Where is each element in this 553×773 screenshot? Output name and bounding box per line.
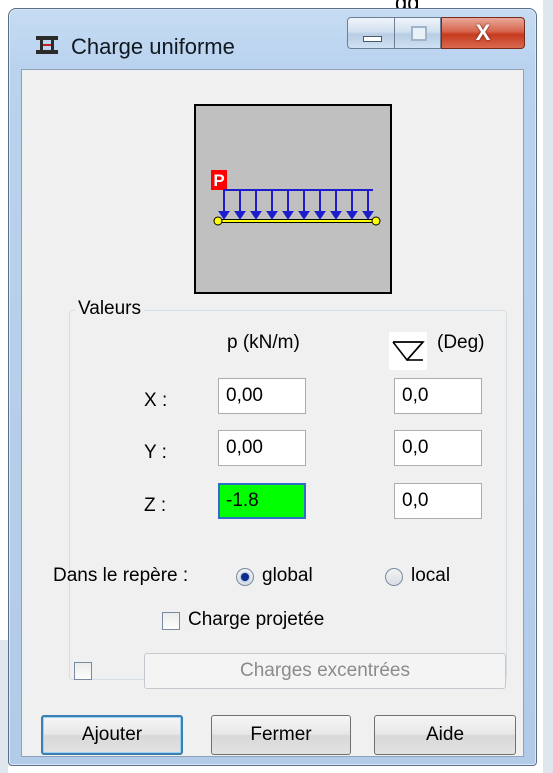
title-bar[interactable]: Charge uniforme X xyxy=(9,9,536,69)
radio-global-label[interactable]: global xyxy=(262,565,313,587)
values-group-label: Valeurs xyxy=(75,298,145,320)
fermer-button[interactable]: Fermer xyxy=(211,715,351,755)
minimize-icon xyxy=(363,36,382,42)
angle-x-input[interactable]: 0,0 xyxy=(394,378,482,414)
load-diagram: P xyxy=(211,170,381,226)
radio-selected-dot xyxy=(241,573,249,581)
close-icon: X xyxy=(475,20,491,45)
axis-label-x: X : xyxy=(144,390,168,411)
background-window-edge xyxy=(0,640,8,773)
charges-excentrees-checkbox[interactable] xyxy=(74,662,92,680)
angle-icon xyxy=(389,332,427,370)
p-x-input[interactable]: 0,00 xyxy=(218,378,306,414)
load-preview: P xyxy=(194,104,392,294)
p-column-header: p (kN/m) xyxy=(227,332,300,353)
angle-y-input[interactable]: 0,0 xyxy=(394,430,482,466)
maximize-icon xyxy=(411,26,427,41)
window-title: Charge uniforme xyxy=(71,34,235,59)
close-button[interactable]: X xyxy=(441,17,525,49)
load-arrows xyxy=(218,190,374,220)
load-label: P xyxy=(213,171,224,190)
radio-local[interactable] xyxy=(385,568,403,586)
ajouter-button[interactable]: Ajouter xyxy=(41,715,183,755)
beam-node-right xyxy=(371,216,381,226)
charge-uniforme-dialog: Charge uniforme X P Valeurs p (kN/m) (De… xyxy=(8,8,537,766)
beam-node-left xyxy=(213,216,223,226)
app-icon xyxy=(36,36,58,54)
axis-label-y: Y : xyxy=(144,442,167,463)
maximize-button[interactable] xyxy=(395,17,441,49)
charges-excentrees-button[interactable]: Charges excentrées xyxy=(144,653,506,689)
repere-label: Dans le repère : xyxy=(53,565,189,586)
charge-projetee-checkbox[interactable] xyxy=(162,612,180,630)
background-window-edge-right xyxy=(543,0,553,773)
charge-projetee-label[interactable]: Charge projetée xyxy=(188,609,324,631)
aide-button[interactable]: Aide xyxy=(374,715,516,755)
p-y-input[interactable]: 0,00 xyxy=(218,430,306,466)
angle-column-header: (Deg) xyxy=(437,332,485,353)
radio-local-label[interactable]: local xyxy=(411,565,450,587)
minimize-button[interactable] xyxy=(347,17,395,49)
axis-label-z: Z : xyxy=(144,495,167,516)
p-z-input[interactable]: -1.8 xyxy=(218,483,306,519)
radio-global[interactable] xyxy=(236,568,254,586)
angle-z-input[interactable]: 0,0 xyxy=(394,483,482,519)
dialog-body: P Valeurs p (kN/m) (Deg) X: 0,00 0,0 Y … xyxy=(21,69,524,757)
